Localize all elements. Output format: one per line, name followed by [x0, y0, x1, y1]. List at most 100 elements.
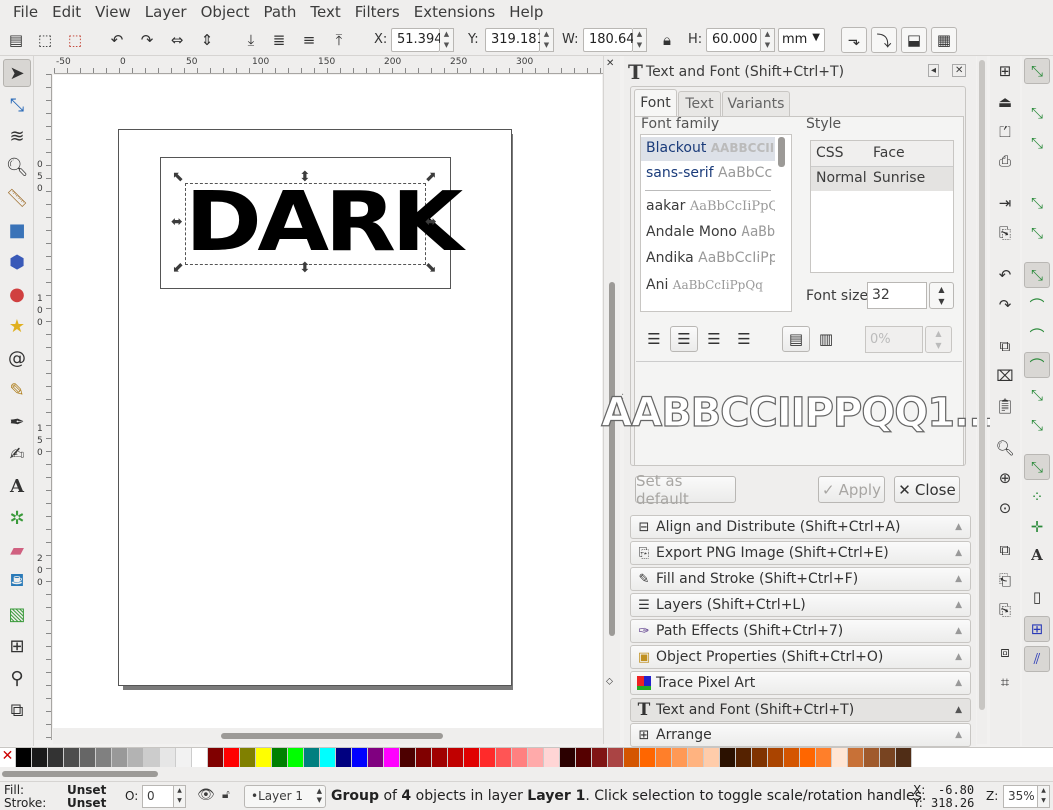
clone-icon[interactable]: ⎗ [992, 567, 1018, 593]
color-swatch[interactable] [688, 748, 704, 767]
raise-to-top-icon[interactable]: ⤒ [326, 27, 352, 53]
color-swatch[interactable] [832, 748, 848, 767]
color-swatch[interactable] [176, 748, 192, 767]
flip-horizontal-icon[interactable]: ⇔ [164, 27, 190, 53]
lock-icon[interactable]: 🔒︎ [654, 27, 680, 53]
color-swatch[interactable] [576, 748, 592, 767]
pencil-tool-icon[interactable]: ✎ [3, 376, 31, 404]
font-list-item[interactable]: sans-serif AaBbCc [641, 163, 775, 187]
dock-scroll-thumb[interactable] [979, 60, 985, 710]
tweak-tool-icon[interactable]: ≋ [3, 122, 31, 150]
opacity-spinner[interactable]: ▲ ▼ [174, 785, 186, 808]
color-swatch[interactable] [624, 748, 640, 767]
zoom-selection-icon[interactable]: 🔍︎ [992, 435, 1018, 461]
close-icon[interactable]: ✕ [606, 58, 614, 69]
apply-button[interactable]: ✓ Apply [818, 476, 885, 503]
node-tool-icon[interactable]: ⤡ [3, 91, 31, 119]
menu-object[interactable]: Object [194, 0, 257, 24]
raise-icon[interactable]: ≡ [296, 27, 322, 53]
scale-stroke-icon[interactable]: ⬎ [841, 27, 867, 53]
close-dialog-icon[interactable]: ✕ [952, 64, 967, 77]
paint-bucket-tool-icon[interactable]: ⛾ [3, 568, 31, 596]
connector-tool-icon[interactable]: ⧉ [3, 696, 31, 724]
color-swatch[interactable] [48, 748, 64, 767]
color-swatch[interactable] [128, 748, 144, 767]
move-gradients-icon[interactable]: ⬓ [901, 27, 927, 53]
undo-icon[interactable]: ↶ [992, 262, 1018, 288]
scale-handle-w-icon[interactable]: ⬌ [171, 214, 183, 230]
snap-smooth-icon[interactable]: ⤡ [1024, 382, 1050, 408]
color-swatch[interactable] [672, 748, 688, 767]
x-input[interactable]: 51.394 [391, 28, 443, 52]
snap-intersection-icon[interactable]: ⌒ [1024, 322, 1050, 348]
color-swatch[interactable] [640, 748, 656, 767]
dark-text-object[interactable]: DARK [185, 177, 463, 269]
visibility-eye-icon[interactable]: 👁︎ [197, 787, 215, 803]
new-document-icon[interactable]: ⊞ [992, 58, 1018, 84]
color-swatch[interactable] [880, 748, 896, 767]
column-header-css[interactable]: CSS [816, 145, 844, 161]
snap-grid-icon[interactable]: ⊞ [1024, 616, 1050, 642]
rectangle-tool-icon[interactable]: ■ [3, 216, 31, 244]
color-swatch[interactable] [400, 748, 416, 767]
fill-value[interactable]: Unset [67, 783, 106, 797]
dropper-tool-icon[interactable]: ⚲ [3, 664, 31, 692]
text-tool-icon[interactable]: A [3, 472, 31, 500]
docked-export-png[interactable]: ⎘ Export PNG Image (Shift+Ctrl+E) ▲ [630, 541, 971, 565]
h-scroll-thumb[interactable] [221, 733, 443, 739]
snap-text-baseline-icon[interactable]: A [1024, 542, 1050, 568]
snap-guide-icon[interactable]: ⫽ [1024, 646, 1050, 672]
group-icon[interactable]: ⧈ [992, 639, 1018, 665]
stroke-value[interactable]: Unset [67, 796, 106, 810]
lower-to-bottom-icon[interactable]: ⤓ [238, 27, 264, 53]
color-swatch[interactable] [96, 748, 112, 767]
layer-lock-icon[interactable]: 🔓︎ [222, 787, 230, 802]
w-spinner[interactable]: ▲ ▼ [633, 28, 647, 52]
deselect-icon[interactable]: ⬚ [62, 27, 88, 53]
menu-help[interactable]: Help [502, 0, 550, 24]
snap-bbox-corner-icon[interactable]: ⤡ [1024, 190, 1050, 216]
menu-view[interactable]: View [88, 0, 138, 24]
snap-bbox-midpoint-icon[interactable]: ⤡ [1024, 220, 1050, 246]
iconify-icon[interactable]: ◂ [928, 64, 940, 77]
cut-icon[interactable]: ⌧ [992, 363, 1018, 389]
gradient-tool-icon[interactable]: ▧ [3, 600, 31, 628]
font-list-item[interactable]: Andika AaBbCcIiPp [641, 248, 775, 272]
color-swatch[interactable] [800, 748, 816, 767]
box3d-tool-icon[interactable]: ⬢ [3, 248, 31, 276]
print-icon[interactable]: ⎙ [992, 148, 1018, 174]
export-icon[interactable]: ⎘ [992, 220, 1018, 246]
calligraphy-tool-icon[interactable]: ✍ [3, 440, 31, 468]
star-tool-icon[interactable]: ★ [3, 312, 31, 340]
color-swatch[interactable] [112, 748, 128, 767]
color-swatch[interactable] [464, 748, 480, 767]
color-swatch[interactable] [496, 748, 512, 767]
menu-file[interactable]: File [6, 0, 45, 24]
color-swatch[interactable] [384, 748, 400, 767]
scale-corners-icon[interactable]: ⤵ [871, 27, 897, 53]
docked-trace-pixel-art[interactable]: Trace Pixel Art ▲ [630, 671, 971, 695]
color-swatch[interactable] [592, 748, 608, 767]
font-list-item[interactable]: Blackout AABBCCII [641, 137, 775, 161]
dock-scrollbar[interactable] [977, 56, 987, 744]
color-swatch[interactable] [848, 748, 864, 767]
y-spinner[interactable]: ▲ ▼ [540, 28, 554, 52]
color-swatch[interactable] [656, 748, 672, 767]
set-default-button[interactable]: Set as default [635, 472, 736, 508]
selector-tool-icon[interactable]: ➤ [3, 59, 31, 87]
save-icon[interactable]: ⏍ [992, 119, 1018, 145]
font-size-input[interactable]: 32 [867, 282, 927, 309]
unit-select[interactable]: mm ▼ [778, 28, 825, 52]
docked-path-effects[interactable]: ✑ Path Effects (Shift+Ctrl+7) ▲ [630, 619, 971, 643]
color-swatch[interactable] [208, 748, 224, 767]
menu-layer[interactable]: Layer [138, 0, 194, 24]
align-right-icon[interactable]: ☰ [700, 326, 728, 352]
color-swatch[interactable] [784, 748, 800, 767]
ellipse-tool-icon[interactable]: ● [3, 280, 31, 308]
scale-handle-se-icon[interactable]: ⬊ [425, 260, 437, 276]
font-list-item[interactable]: aakar AaBbCcIiPpQ [641, 196, 775, 220]
column-header-face[interactable]: Face [873, 145, 905, 161]
rotate-ccw-icon[interactable]: ↶ [104, 27, 130, 53]
measure-tool-icon[interactable]: 📏︎ [3, 184, 31, 212]
scale-handle-e-icon[interactable]: ⬌ [425, 214, 437, 230]
